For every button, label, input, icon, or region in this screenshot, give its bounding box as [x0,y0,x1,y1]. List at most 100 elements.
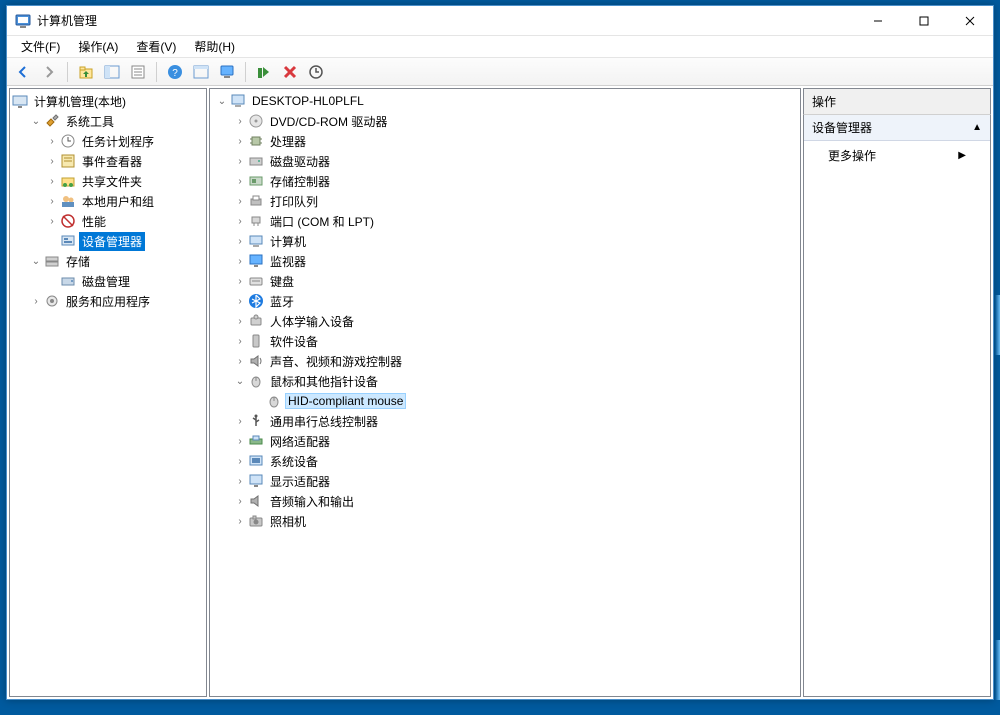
device-system[interactable]: ›系统设备 [210,451,800,471]
titlebar: 计算机管理 [7,6,993,36]
device-root[interactable]: ⌄ DESKTOP-HL0PLFL [210,91,800,111]
expand-icon[interactable]: › [232,313,248,329]
expand-icon[interactable]: › [232,193,248,209]
device-software[interactable]: ›软件设备 [210,331,800,351]
collapse-icon[interactable]: ⌄ [28,253,44,269]
help-button[interactable]: ? [163,60,187,84]
device-ports[interactable]: ›端口 (COM 和 LPT) [210,211,800,231]
tree-services-apps[interactable]: › 服务和应用程序 [10,291,206,311]
device-label: DESKTOP-HL0PLFL [249,93,367,109]
device-label: 通用串行总线控制器 [267,412,381,431]
close-button[interactable] [947,6,993,35]
expand-icon[interactable]: › [232,433,248,449]
tree-label: 存储 [63,252,93,271]
expand-icon[interactable]: › [232,113,248,129]
device-label: 键盘 [267,272,297,291]
expand-icon[interactable]: › [44,173,60,189]
expand-icon[interactable]: › [232,333,248,349]
console-tree-pane[interactable]: 计算机管理(本地) ⌄ 系统工具 › 任务计划程序 › 事件查看器 › 共享文件… [9,88,207,697]
device-label: 鼠标和其他指针设备 [267,372,381,391]
expand-icon[interactable]: › [232,233,248,249]
display-adapter-icon [248,473,264,489]
forward-button[interactable] [37,60,61,84]
expand-icon[interactable]: › [232,213,248,229]
disable-button[interactable] [278,60,302,84]
enable-button[interactable] [252,60,276,84]
device-print[interactable]: ›打印队列 [210,191,800,211]
expand-icon[interactable]: › [232,153,248,169]
computer-icon-button[interactable] [215,60,239,84]
device-camera[interactable]: ›照相机 [210,511,800,531]
expand-icon[interactable]: › [232,493,248,509]
expand-icon[interactable]: › [232,253,248,269]
expand-icon[interactable]: › [44,213,60,229]
tree-device-manager[interactable]: 设备管理器 [10,231,206,251]
tree-performance[interactable]: › 性能 [10,211,206,231]
menu-view[interactable]: 查看(V) [128,36,184,57]
minimize-button[interactable] [855,6,901,35]
expand-icon[interactable]: › [232,353,248,369]
expand-icon[interactable]: › [232,133,248,149]
actions-pane: 操作 设备管理器 ▲ 更多操作 ▶ [803,88,991,697]
action-button[interactable] [189,60,213,84]
expand-icon[interactable]: › [232,293,248,309]
collapse-icon[interactable]: ⌄ [214,93,230,109]
expand-icon[interactable]: › [232,273,248,289]
expand-icon[interactable]: › [232,173,248,189]
computer-management-window: 计算机管理 文件(F) 操作(A) 查看(V) 帮助(H) ? [6,5,994,700]
tree-task-scheduler[interactable]: › 任务计划程序 [10,131,206,151]
expand-icon[interactable]: › [232,413,248,429]
tree-system-tools[interactable]: ⌄ 系统工具 [10,111,206,131]
sound-icon [248,353,264,369]
device-bluetooth[interactable]: › 蓝牙 [210,291,800,311]
device-sound[interactable]: › 声音、视频和游戏控制器 [210,351,800,371]
menu-action[interactable]: 操作(A) [70,36,126,57]
collapse-icon[interactable]: ⌄ [28,113,44,129]
device-dvd[interactable]: ›DVD/CD-ROM 驱动器 [210,111,800,131]
device-hid[interactable]: ›人体学输入设备 [210,311,800,331]
expand-icon[interactable]: › [232,453,248,469]
device-mice[interactable]: ⌄ 鼠标和其他指针设备 [210,371,800,391]
expand-icon[interactable]: › [44,153,60,169]
expand-icon[interactable]: › [232,473,248,489]
back-button[interactable] [11,60,35,84]
device-keyboards[interactable]: › 键盘 [210,271,800,291]
disk-drive-icon [248,153,264,169]
tree-disk-mgmt[interactable]: 磁盘管理 [10,271,206,291]
action-label: 更多操作 [828,147,876,164]
menu-file[interactable]: 文件(F) [13,36,68,57]
device-display[interactable]: ›显示适配器 [210,471,800,491]
action-more[interactable]: 更多操作 ▶ [804,141,990,170]
expand-icon[interactable]: › [44,133,60,149]
system-device-icon [248,453,264,469]
expand-icon[interactable]: › [232,513,248,529]
expand-icon[interactable]: › [28,293,44,309]
actions-section-title[interactable]: 设备管理器 ▲ [804,115,990,141]
tree-local-users[interactable]: › 本地用户和组 [10,191,206,211]
device-hid-mouse[interactable]: HID-compliant mouse [210,391,800,411]
device-storage-ctrl[interactable]: ›存储控制器 [210,171,800,191]
device-network[interactable]: ›网络适配器 [210,431,800,451]
tree-storage[interactable]: ⌄ 存储 [10,251,206,271]
collapse-icon[interactable]: ⌄ [232,373,248,389]
expand-icon[interactable]: › [44,193,60,209]
device-audio-io[interactable]: ›音频输入和输出 [210,491,800,511]
device-label: 声音、视频和游戏控制器 [267,352,405,371]
tree-root[interactable]: 计算机管理(本地) [10,91,206,111]
maximize-button[interactable] [901,6,947,35]
device-cpu[interactable]: ›处理器 [210,131,800,151]
device-label: 蓝牙 [267,292,297,311]
device-disk-drives[interactable]: ›磁盘驱动器 [210,151,800,171]
device-computer[interactable]: ›计算机 [210,231,800,251]
update-driver-button[interactable] [304,60,328,84]
show-hide-tree-button[interactable] [100,60,124,84]
device-usb[interactable]: › 通用串行总线控制器 [210,411,800,431]
tree-event-viewer[interactable]: › 事件查看器 [10,151,206,171]
device-tree-pane[interactable]: ⌄ DESKTOP-HL0PLFL ›DVD/CD-ROM 驱动器 ›处理器 ›… [209,88,801,697]
clock-icon [60,133,76,149]
up-button[interactable] [74,60,98,84]
properties-button[interactable] [126,60,150,84]
device-monitors[interactable]: ›监视器 [210,251,800,271]
tree-shared-folders[interactable]: › 共享文件夹 [10,171,206,191]
menu-help[interactable]: 帮助(H) [186,36,243,57]
